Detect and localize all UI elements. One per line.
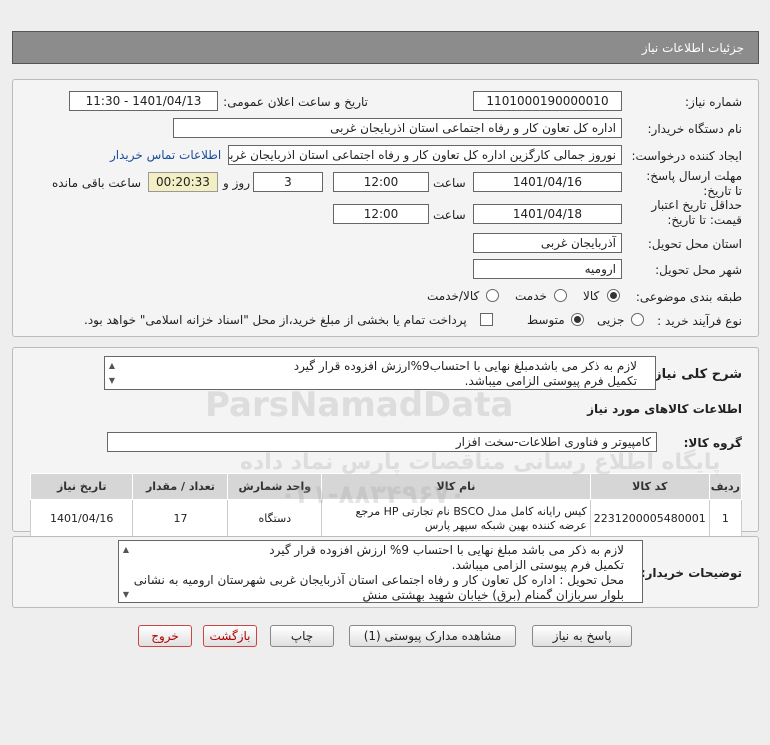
buyer-notes-line-2: تکمیل فرم پیوستی الزامی میباشد. [451, 558, 624, 572]
process-partial-label: جزیی [597, 313, 625, 327]
summary-line-1: لازم به ذکر می باشدمبلغ نهایی با احتساب9… [293, 359, 637, 373]
province-label: استان محل تحویل: [647, 237, 742, 251]
buyer-notes-line-3: محل تحویل : اداره کل تعاون کار و رفاه اج… [133, 573, 624, 587]
category-goods-radio[interactable] [607, 289, 620, 302]
payment-note: پرداخت تمام یا بخشی از مبلغ خرید،از محل … [84, 313, 467, 327]
goods-group-label: گروه کالا: [683, 436, 742, 450]
buyer-notes-line-1: لازم به ذکر می باشد مبلغ نهایی با احتساب… [269, 543, 624, 557]
back-button[interactable]: بازگشت [203, 625, 257, 647]
announce-field: 1401/04/13 - 11:30 [69, 91, 218, 111]
process-label: نوع فرآیند خرید : [657, 314, 742, 328]
reply-button[interactable]: پاسخ به نیاز [532, 625, 632, 647]
province-field: آذربایجان غربی [473, 233, 622, 253]
cell-date: 1401/04/16 [29, 499, 134, 538]
validity-date-field: 1401/04/18 [473, 204, 622, 224]
goods-table-header: ردیف کد کالا نام کالا واحد شمارش تعداد /… [29, 473, 743, 500]
cell-qty: 17 [132, 499, 229, 538]
process-partial-radio[interactable] [631, 313, 644, 326]
category-goods-service-radio[interactable] [486, 289, 499, 302]
announce-label: تاریخ و ساعت اعلان عمومی: [223, 95, 368, 109]
reply-date-field: 1401/04/16 [473, 172, 622, 192]
buyer-notes-line-4: بلوار سربازان گمنام (برق) خیابان شهید به… [362, 588, 624, 602]
col-unit: واحد شمارش [227, 473, 323, 500]
city-field: ارومیه [473, 259, 622, 279]
summary-line-2: تکمیل فرم پیوستی الزامی میباشد. [464, 374, 637, 388]
page-header: جزئیات اطلاعات نیاز [12, 31, 759, 64]
remaining-time-field: 00:20:33 [148, 172, 218, 192]
need-number-label: شماره نیاز: [685, 95, 742, 109]
validity-time-label: ساعت [433, 208, 466, 222]
category-service-radio[interactable] [554, 289, 567, 302]
col-row: ردیف [708, 473, 743, 500]
page-title: جزئیات اطلاعات نیاز [641, 41, 744, 55]
treasury-payment-checkbox[interactable] [480, 313, 493, 326]
exit-button[interactable]: خروج [138, 625, 192, 647]
buyer-notes-textarea[interactable]: لازم به ذکر می باشد مبلغ نهایی با احتساب… [118, 540, 643, 603]
category-label: طبقه بندی موضوعی: [635, 290, 742, 304]
buyer-notes-scrollbar[interactable]: ▲ ▼ [120, 542, 132, 601]
col-qty: تعداد / مقدار [132, 473, 229, 500]
cell-unit: دستگاه [227, 499, 323, 538]
summary-scrollbar[interactable]: ▲ ▼ [106, 358, 118, 388]
summary-textarea[interactable]: لازم به ذکر می باشدمبلغ نهایی با احتساب9… [104, 356, 656, 390]
col-name: نام کالا [321, 473, 591, 500]
days-field: 3 [253, 172, 323, 192]
reply-time-label: ساعت [433, 176, 466, 190]
buyer-org-label: نام دستگاه خریدار: [647, 122, 743, 136]
city-label: شهر محل تحویل: [655, 263, 742, 277]
cell-row: 1 [708, 499, 743, 538]
summary-label: شرح کلی نیاز: [648, 367, 742, 382]
cell-code: 2231200005480001 [589, 499, 710, 538]
buyer-org-field: اداره کل تعاون کار و رفاه اجتماعی استان … [173, 118, 622, 138]
cell-name: کیس رایانه کامل مدل BSCO نام تجارتی HP م… [321, 499, 591, 538]
reply-time-field: 12:00 [333, 172, 429, 192]
col-date: تاریخ نیاز [29, 473, 134, 500]
validity-label: حداقل تاریخ اعتبار قیمت: تا تاریخ: [651, 198, 742, 227]
process-medium-radio[interactable] [571, 313, 584, 326]
days-label: روز و [223, 176, 250, 190]
print-button[interactable]: چاپ [270, 625, 334, 647]
category-goods-service-label: کالا/خدمت [427, 289, 480, 303]
goods-table: ردیف کد کالا نام کالا واحد شمارش تعداد /… [29, 473, 743, 538]
need-number-field: 1101000190000010 [473, 91, 622, 111]
creator-label: ایجاد کننده درخواست: [631, 149, 742, 163]
category-goods-label: کالا [583, 289, 600, 303]
col-code: کد کالا [589, 473, 710, 500]
category-service-label: خدمت [515, 289, 547, 303]
remaining-label: ساعت باقی مانده [52, 176, 142, 190]
buyer-notes-label: توضیحات خریدار: [640, 566, 742, 580]
creator-field: نوروز جمالی کارگزین اداره کل تعاون کار و… [228, 145, 622, 165]
table-row: 1 2231200005480001 کیس رایانه کامل مدل B… [29, 499, 743, 538]
goods-info-title: اطلاعات کالاهای مورد نیاز [587, 402, 742, 416]
process-medium-label: متوسط [527, 313, 565, 327]
buyer-contact-link[interactable]: اطلاعات تماس خریدار [110, 148, 221, 162]
reply-deadline-label: مهلت ارسال پاسخ: تا تاریخ: [646, 169, 742, 198]
view-attachments-button[interactable]: مشاهده مدارک پیوستی (1) [349, 625, 516, 647]
goods-group-field: کامپیوتر و فناوری اطلاعات-سخت افزار [107, 432, 657, 452]
validity-time-field: 12:00 [333, 204, 429, 224]
